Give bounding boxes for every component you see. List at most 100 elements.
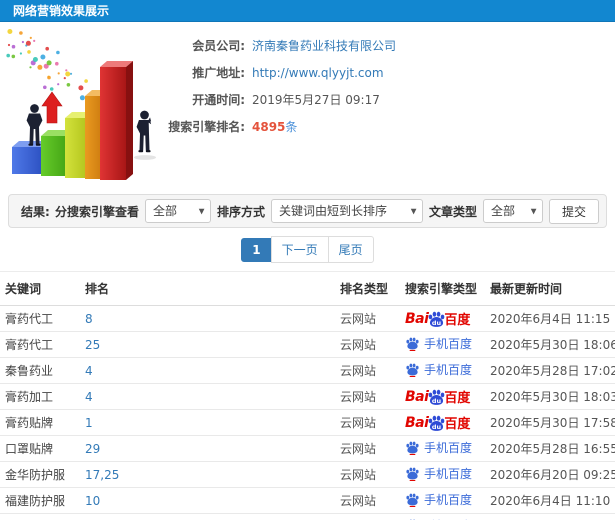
results-label: 结果: [21,204,50,219]
rank-link[interactable]: 1 [85,416,93,430]
rank-link[interactable]: 4 [85,390,93,404]
keyword-cell: 膏药代工 [0,305,80,332]
info-row-search-engine-ranking: 搜索引擎排名: 4895条 [163,113,396,140]
keyword-cell: 福建防护服 [0,487,80,514]
rank-cell [80,513,335,520]
promotion-url-value[interactable]: http://www.qlyyjt.com [252,66,384,80]
rank-cell: 1 [80,409,335,436]
filter-controls: 分搜索引擎查看 全部 排序方式 关键词由短到长排序 文章类型 全部 提交 [55,198,599,224]
rank-cell: 17,25 [80,461,335,488]
rank-link[interactable]: 8 [85,312,93,326]
svg-text:du: du [432,422,442,430]
confetti-dots [6,29,88,101]
rank-type-cell [335,513,400,520]
info-row-open-time: 开通时间: 2019年5月27日 09:17 [163,86,396,113]
search-engine-ranking-label: 搜索引擎排名: [168,120,245,134]
engine-select[interactable]: 全部 [144,199,211,223]
table-row: 膏药加工 4 云网站 Bai du 百度 2020年5月30日 18:03 [0,383,615,410]
table-header: 关键词 排名 排名类型 搜索引擎类型 最新更新时间 [0,271,615,306]
update-time-cell: 2020年5月30日 17:58 [485,409,615,436]
summary-section: 会员公司: 济南秦鲁药业科技有限公司推广地址: http://www.qlyyjt.… [0,22,615,188]
baidu-logo: Bai du 百度 [405,388,471,407]
update-time-cell: 2020年5月28日 16:55 [485,435,615,462]
table-row: 膏药代工 25 云网站 手机百度 2020年5月30日 18:06 [0,331,615,358]
engine-cell: Bai du 百度 [400,383,485,410]
growth-chart-illustration [6,29,156,180]
table-row: 手机百度 [0,513,615,520]
engine-select-wrap: 全部 [144,199,211,223]
page-title: 网络营销效果展示 [13,4,110,18]
sort-filter-label: 排序方式 [216,204,265,219]
rank-cell: 25 [80,331,335,358]
window-titlebar: 网络营销效果展示 [0,0,615,22]
update-time-cell: 2020年5月28日 17:02 [485,357,615,384]
open-time-value: 2019年5月27日 09:17 [252,93,380,107]
table-row: 金华防护服 17,25 云网站 手机百度 2020年6月20日 09:25 [0,461,615,488]
rank-link[interactable]: 29 [85,442,100,456]
baidu-logo: Bai du 百度 [405,414,471,433]
pagination: 1 下一页 尾页 [0,228,615,271]
article-type-select[interactable]: 全部 [482,199,543,223]
member-company-label: 会员公司: [192,39,245,53]
table-row: 福建防护服 10 云网站 手机百度 2020年6月4日 11:10 [0,487,615,514]
engine-cell: 手机百度 [400,513,485,520]
svg-text:du: du [432,318,442,326]
rank-cell: 10 [80,487,335,514]
mobile-baidu-logo: 手机百度 [405,465,472,482]
info-list: 会员公司: 济南秦鲁药业科技有限公司推广地址: http://www.qlyyjt.… [163,32,396,140]
mobile-baidu-logo: 手机百度 [405,439,472,456]
businessman-left [26,104,43,146]
table-row: 口罩贴牌 29 云网站 手机百度 2020年5月28日 16:55 [0,435,615,462]
update-time-cell [485,513,615,520]
last-page-button[interactable]: 尾页 [327,236,374,263]
engine-cell: Bai du 百度 [400,305,485,332]
sort-select[interactable]: 关键词由短到长排序 [270,199,423,223]
rank-type-cell: 云网站 [335,461,400,488]
rank-cell: 29 [80,435,335,462]
svg-text:du: du [432,396,442,404]
update-time-cell: 2020年5月30日 18:06 [485,331,615,358]
keyword-cell: 秦鲁药业 [0,357,80,384]
keyword-cell: 口罩贴牌 [0,435,80,462]
article-type-select-wrap: 全部 [482,199,543,223]
keyword-cell: 膏药代工 [0,331,80,358]
rank-link[interactable]: 25 [85,338,100,352]
rank-type-cell: 云网站 [335,331,400,358]
engine-cell: Bai du 百度 [400,409,485,436]
submit-button[interactable]: 提交 [548,198,599,224]
search-engine-ranking-value[interactable]: 4895条 [252,118,297,135]
info-row-promotion-url: 推广地址: http://www.qlyyjt.com [163,59,396,86]
rank-link[interactable]: 4 [85,364,93,378]
table-body: 膏药代工 8 云网站 Bai du 百度 2020年6月4日 11:15 膏药代工 25 云… [0,305,615,520]
rank-cell: 4 [80,357,335,384]
keywords-table: 关键词 排名 排名类型 搜索引擎类型 最新更新时间 膏药代工 8 云网站 Bai d… [0,271,615,520]
rank-link[interactable]: 10 [85,494,100,508]
rank-type-cell: 云网站 [335,487,400,514]
col-header-update-time: 最新更新时间 [485,271,615,306]
update-time-cell: 2020年5月30日 18:03 [485,383,615,410]
rank-type-cell: 云网站 [335,409,400,436]
page-1-button[interactable]: 1 [241,237,272,262]
page: 网络营销效果展示 会员公司: 济南秦鲁药业科技有限公司 推广地址: http:/… [0,0,615,520]
rank-cell: 8 [80,305,335,332]
next-page-button[interactable]: 下一页 [270,236,329,263]
up-arrow [41,91,63,124]
mobile-baidu-logo: 手机百度 [405,491,472,508]
engine-cell: 手机百度 [400,357,485,384]
baidu-logo: Bai du 百度 [405,310,471,329]
col-header-keyword: 关键词 [0,271,80,306]
sort-select-wrap: 关键词由短到长排序 [270,199,423,223]
results-toolbar: 结果: 分搜索引擎查看 全部 排序方式 关键词由短到长排序 文章类型 全部 提交 [8,194,607,228]
rank-type-cell: 云网站 [335,383,400,410]
col-header-rank: 排名 [80,271,335,306]
table-row: 膏药贴牌 1 云网站 Bai du 百度 2020年5月30日 17:58 [0,409,615,436]
rank-link[interactable]: 17,25 [85,468,119,482]
member-company-value[interactable]: 济南秦鲁药业科技有限公司 [252,37,396,54]
engine-cell: 手机百度 [400,461,485,488]
open-time-label: 开通时间: [192,93,245,107]
businessman-right [136,110,152,153]
rank-type-cell: 云网站 [335,357,400,384]
keyword-cell [0,513,80,520]
keyword-cell: 膏药加工 [0,383,80,410]
engine-cell: 手机百度 [400,487,485,514]
